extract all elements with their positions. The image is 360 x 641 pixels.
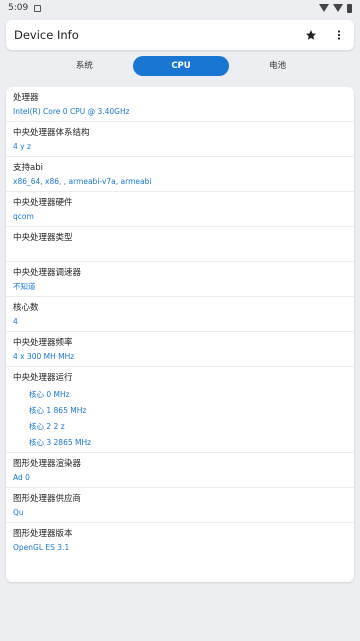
- row-label: 图形处理器版本: [13, 529, 73, 539]
- notification-icon: [34, 4, 42, 12]
- row-cpu-type: 中央处理器类型: [6, 227, 354, 262]
- core-1-frequency: 核心 1 865 MHz: [29, 406, 87, 415]
- row-value: 4 x 300 MH MHz: [13, 352, 75, 361]
- row-value: OpenGL ES 3.1: [13, 543, 70, 552]
- row-label: 中央处理器频率: [13, 338, 73, 348]
- core-0-frequency: 核心 0 MHz: [29, 390, 70, 399]
- row-label: 图形处理器供应商: [13, 494, 82, 504]
- app-bar: Device Info: [6, 20, 354, 50]
- row-gpu-vendor: 图形处理器供应商 Qu: [6, 488, 354, 523]
- battery-icon: [347, 3, 352, 13]
- cpu-info-card: 处理器 Intel(R) Core 0 CPU @ 3.40GHz 中央处理器体…: [6, 87, 354, 582]
- core-2-frequency: 核心 2 2 z: [29, 422, 65, 431]
- core-3-frequency: 核心 3 2865 MHz: [29, 438, 92, 447]
- row-value: 不知道: [13, 282, 36, 291]
- row-label: 支持abi: [13, 163, 43, 173]
- row-cpu-hardware: 中央处理器硬件 qcom: [6, 192, 354, 227]
- row-gpu-version: 图形处理器版本 OpenGL ES 3.1: [6, 523, 354, 557]
- star-icon[interactable]: [304, 28, 318, 42]
- row-supported-abi: 支持abi x86_64, x86, , armeabi-v7a, armeab…: [6, 157, 354, 192]
- row-label: 图形处理器渲染器: [13, 459, 82, 469]
- row-value: qcom: [13, 212, 34, 221]
- row-label: 中央处理器调速器: [13, 268, 82, 278]
- row-cpu-architecture: 中央处理器体系结构 4 y z: [6, 122, 354, 157]
- app-bar-actions: [304, 28, 346, 42]
- row-value: 4: [13, 317, 18, 326]
- row-value: Ad 0: [13, 473, 30, 482]
- tab-cpu[interactable]: CPU: [132, 56, 230, 76]
- row-value: [13, 246, 347, 257]
- row-cpu-running: 中央处理器运行 核心 0 MHz 核心 1 865 MHz 核心 2 2 z 核…: [6, 367, 354, 453]
- signal-icon: [333, 4, 343, 12]
- tab-system[interactable]: 系统: [36, 56, 133, 76]
- status-bar: 5:09: [0, 0, 360, 16]
- row-label: 中央处理器体系结构: [13, 128, 90, 138]
- row-value: 4 y z: [13, 142, 31, 151]
- row-label: 处理器: [13, 93, 39, 103]
- app-title: Device Info: [14, 28, 79, 42]
- tab-bar: 系统 CPU 电池: [36, 56, 326, 76]
- row-cpu-governor: 中央处理器调速器 不知道: [6, 262, 354, 297]
- row-value: Qu: [13, 508, 24, 517]
- more-vert-icon[interactable]: [332, 28, 346, 42]
- row-core-count: 核心数 4: [6, 297, 354, 332]
- tab-battery[interactable]: 电池: [229, 56, 326, 76]
- row-label: 中央处理器硬件: [13, 198, 73, 208]
- wifi-icon: [319, 4, 329, 12]
- status-icons: [319, 3, 352, 13]
- row-value: Intel(R) Core 0 CPU @ 3.40GHz: [13, 107, 130, 116]
- row-cpu-frequency: 中央处理器频率 4 x 300 MH MHz: [6, 332, 354, 367]
- row-label: 中央处理器运行: [13, 373, 73, 383]
- row-value: x86_64, x86, , armeabi-v7a, armeabi: [13, 177, 152, 186]
- row-label: 中央处理器类型: [13, 233, 73, 243]
- status-time: 5:09: [8, 3, 29, 13]
- row-label: 核心数: [13, 303, 39, 313]
- row-gpu-renderer: 图形处理器渲染器 Ad 0: [6, 453, 354, 488]
- row-processor: 处理器 Intel(R) Core 0 CPU @ 3.40GHz: [6, 87, 354, 122]
